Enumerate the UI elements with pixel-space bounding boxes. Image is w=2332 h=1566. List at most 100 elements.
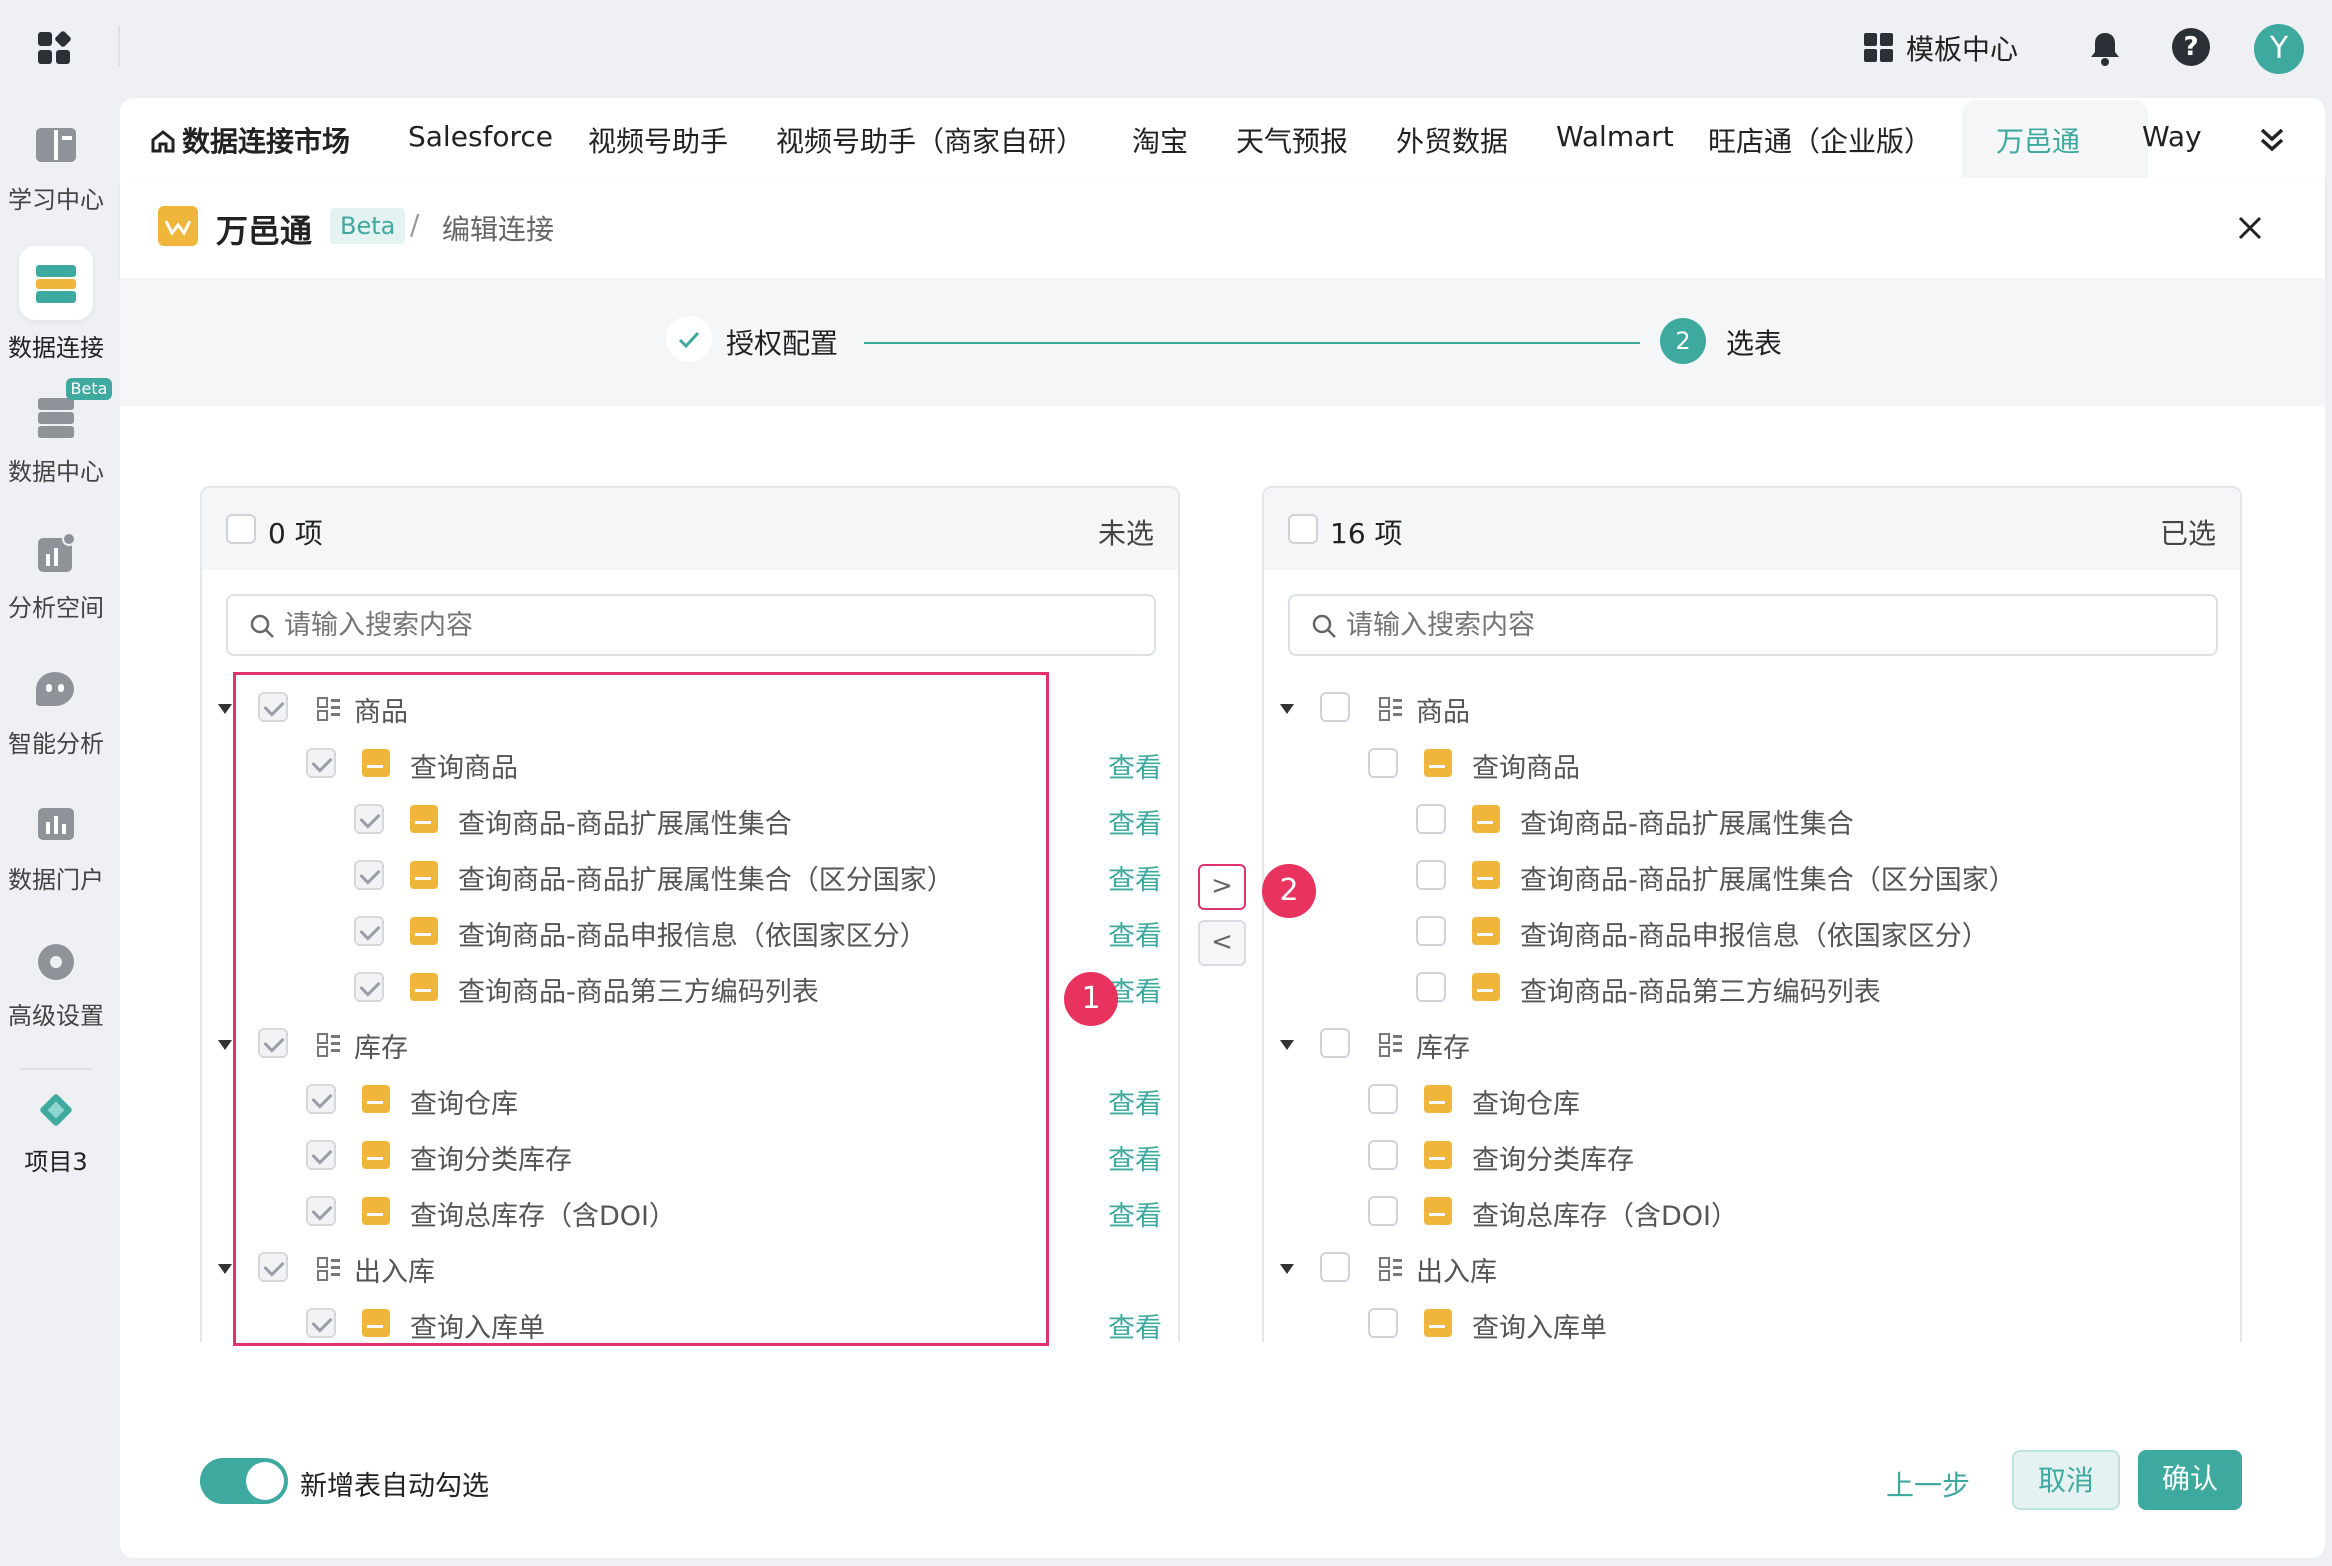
winit-table-icon — [1424, 1309, 1452, 1337]
tree-item-row[interactable]: 查询商品-商品申报信息（依国家区分） — [1264, 908, 2240, 958]
tree-group-row[interactable]: 库存 — [1264, 1020, 2240, 1070]
left-status: 未选 — [1097, 517, 1154, 550]
tab-taobao[interactable]: 淘宝 — [1132, 120, 1188, 160]
auto-select-toggle[interactable] — [200, 1458, 288, 1504]
bell-icon[interactable] — [2088, 30, 2122, 68]
avatar[interactable]: Y — [2254, 24, 2304, 74]
caret-down-icon[interactable] — [1280, 704, 1294, 714]
item-checkbox[interactable] — [1416, 860, 1446, 890]
confirm-button[interactable]: 确认 — [2138, 1450, 2242, 1510]
project-icon — [32, 1090, 80, 1138]
view-link[interactable]: 查看 — [1108, 858, 1162, 897]
tab-market[interactable]: 数据连接市场 — [150, 120, 350, 160]
sidebar-item-project[interactable]: 项目3 — [0, 1090, 112, 1177]
left-search-input[interactable] — [284, 606, 1134, 644]
winit-table-icon — [1424, 749, 1452, 777]
tab-way[interactable]: Way — [2142, 120, 2202, 153]
item-checkbox[interactable] — [1416, 916, 1446, 946]
prev-step-button[interactable]: 上一步 — [1886, 1464, 1970, 1504]
left-select-all-checkbox[interactable] — [226, 514, 256, 544]
tab-wangdiantong[interactable]: 旺店通（企业版） — [1708, 120, 1932, 160]
caret-down-icon[interactable] — [218, 1264, 232, 1274]
tree-item-row[interactable]: 查询商品-商品扩展属性集合（区分国家） — [1264, 852, 2240, 902]
view-link[interactable]: 查看 — [1108, 802, 1162, 841]
tree-group-row[interactable]: 商品 — [1264, 684, 2240, 734]
tree-item-row[interactable]: 查询入库单 — [1264, 1300, 2240, 1342]
panel-header: 万邑通 Beta / 编辑连接 — [120, 178, 2325, 278]
tree-item-row[interactable]: 查询仓库 — [1264, 1076, 2240, 1126]
right-transfer-list: 16 项 已选 商品查询商品查询商品-商品扩展属性集合查询商品-商品扩展属性集合… — [1262, 486, 2242, 1342]
caret-down-icon[interactable] — [1280, 1040, 1294, 1050]
auto-select-label: 新增表自动勾选 — [300, 1471, 489, 1502]
item-checkbox[interactable] — [1368, 1196, 1398, 1226]
step-1-label: 授权配置 — [726, 327, 839, 360]
help-icon[interactable]: ? — [2172, 28, 2210, 66]
item-checkbox[interactable] — [1368, 1308, 1398, 1338]
tree-item-row[interactable]: 查询总库存（含DOI） — [1264, 1188, 2240, 1238]
view-link[interactable]: 查看 — [1108, 1082, 1162, 1121]
item-checkbox[interactable] — [1368, 748, 1398, 778]
sidebar-item-learning[interactable]: 学习中心 — [0, 122, 112, 215]
beta-badge: Beta — [66, 378, 112, 400]
sidebar-item-advanced-settings[interactable]: 高级设置 — [0, 938, 112, 1031]
sidebar-item-smart-analysis[interactable]: 智能分析 — [0, 666, 112, 759]
tab-trade-data[interactable]: 外贸数据 — [1396, 120, 1508, 160]
double-chevron-down-icon — [2260, 128, 2284, 152]
step-2-label: 选表 — [1726, 327, 1783, 360]
apps-grid-icon[interactable] — [38, 30, 72, 66]
step-2-number: 2 — [1660, 318, 1706, 364]
sidebar-label: 分析空间 — [8, 594, 104, 622]
winit-table-icon — [1472, 805, 1500, 833]
more-tabs-button[interactable] — [2244, 112, 2300, 168]
move-right-button[interactable]: > — [1198, 864, 1246, 910]
item-checkbox[interactable] — [1368, 1084, 1398, 1114]
caret-down-icon[interactable] — [218, 704, 232, 714]
close-icon[interactable] — [2230, 208, 2270, 248]
tab-video-assistant-merchant[interactable]: 视频号助手（商家自研） — [776, 120, 1084, 160]
tab-weather[interactable]: 天气预报 — [1236, 120, 1348, 160]
sidebar-label: 数据门户 — [8, 866, 104, 894]
winit-table-icon — [1424, 1197, 1452, 1225]
item-checkbox[interactable] — [1416, 804, 1446, 834]
tab-sep — [382, 112, 384, 168]
group-checkbox[interactable] — [1320, 1028, 1350, 1058]
item-checkbox[interactable] — [1368, 1140, 1398, 1170]
tree-group-row[interactable]: 出入库 — [1264, 1244, 2240, 1294]
sidebar-item-data-connect[interactable]: 数据连接 — [0, 246, 112, 363]
annotation-badge-1: 1 — [1064, 972, 1118, 1026]
tab-walmart[interactable]: Walmart — [1556, 120, 1674, 153]
right-select-all-checkbox[interactable] — [1288, 514, 1318, 544]
sidebar-item-data-portal[interactable]: 数据门户 — [0, 802, 112, 895]
view-link[interactable]: 查看 — [1108, 914, 1162, 953]
divider — [118, 26, 120, 66]
table-group-icon — [1379, 1257, 1402, 1281]
tree-item-row[interactable]: 查询商品-商品扩展属性集合 — [1264, 796, 2240, 846]
view-link[interactable]: 查看 — [1108, 1138, 1162, 1177]
tab-winit[interactable]: 万邑通 — [1996, 120, 2080, 160]
annotation-badge-2: 2 — [1262, 864, 1316, 918]
group-checkbox[interactable] — [1320, 1252, 1350, 1282]
template-center-button[interactable]: 模板中心 — [1864, 28, 2018, 68]
header-subtitle: 编辑连接 — [442, 213, 555, 246]
cancel-button[interactable]: 取消 — [2012, 1450, 2120, 1510]
tab-video-assistant[interactable]: 视频号助手 — [588, 120, 728, 160]
view-link[interactable]: 查看 — [1108, 1194, 1162, 1233]
tree-item-row[interactable]: 查询商品-商品第三方编码列表 — [1264, 964, 2240, 1014]
sidebar-label: 数据中心 — [8, 458, 104, 486]
caret-down-icon[interactable] — [218, 1040, 232, 1050]
caret-down-icon[interactable] — [1280, 1264, 1294, 1274]
item-checkbox[interactable] — [1416, 972, 1446, 1002]
sidebar-item-data-center[interactable]: 数据中心 — [0, 394, 112, 487]
view-link[interactable]: 查看 — [1108, 746, 1162, 785]
tab-salesforce[interactable]: Salesforce — [408, 120, 553, 153]
tree-item-row[interactable]: 查询商品 — [1264, 740, 2240, 790]
right-search-input[interactable] — [1346, 606, 2196, 644]
right-list-header: 16 项 已选 — [1264, 488, 2240, 570]
tree-item-row[interactable]: 查询分类库存 — [1264, 1132, 2240, 1182]
table-group-icon — [1379, 1033, 1402, 1057]
tab-label: 数据连接市场 — [182, 125, 351, 158]
group-checkbox[interactable] — [1320, 692, 1350, 722]
move-left-button[interactable]: < — [1198, 920, 1246, 966]
view-link[interactable]: 查看 — [1108, 1306, 1162, 1342]
sidebar-item-analysis-space[interactable]: 分析空间 — [0, 530, 112, 623]
